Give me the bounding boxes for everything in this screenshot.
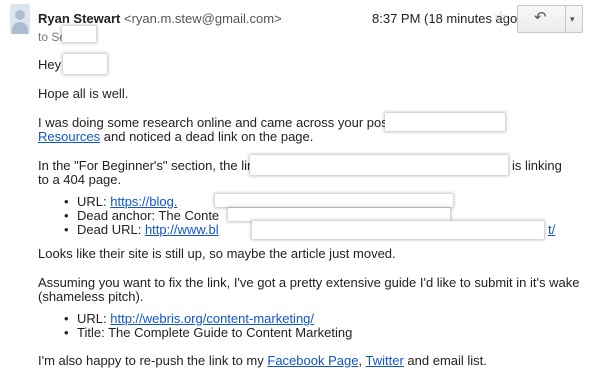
body-paragraph-6: I'm also happy to re-push the link to my… xyxy=(38,353,487,369)
redaction-box xyxy=(385,113,505,131)
sender-name[interactable]: Ryan Stewart xyxy=(38,11,120,26)
chevron-down-icon: ▾ xyxy=(570,14,575,24)
facebook-page-link[interactable]: Facebook Page xyxy=(267,353,358,368)
bullet-value: The Complete Guide to Content Marketing xyxy=(108,325,353,340)
bullet-label: Dead URL: xyxy=(77,222,142,237)
resources-link[interactable]: Resources xyxy=(38,129,100,144)
redaction-box xyxy=(250,155,508,175)
avatar-body-shape xyxy=(12,22,28,34)
dead-url-link-tail[interactable]: t/ xyxy=(548,222,555,238)
bullet-label: Title: xyxy=(77,325,105,340)
body-paragraph-3-line-2: to a 404 page. xyxy=(38,172,122,187)
redaction-box xyxy=(62,26,96,42)
redaction-box xyxy=(252,221,544,239)
redaction-box xyxy=(215,194,453,207)
reply-icon: ↶ xyxy=(534,9,547,26)
guide-url-link[interactable]: http://webris.org/content-marketing/ xyxy=(110,311,314,326)
body-paragraph-4: Looks like their site is still up, so ma… xyxy=(38,246,396,261)
bullet-label: Dead anchor: xyxy=(77,208,156,223)
body-paragraph-2-line-2: Resources and noticed a dead link on the… xyxy=(38,129,313,145)
more-options-button[interactable]: ▾ xyxy=(565,6,582,32)
comma: , xyxy=(358,353,363,368)
paragraph-6-lead: I'm also happy to re-push the link to my xyxy=(38,353,264,368)
bullet-url-link[interactable]: https://blog. xyxy=(110,194,177,209)
greeting: Hey xyxy=(38,57,62,72)
reply-button[interactable]: ↶ xyxy=(518,6,566,32)
reply-button-group: ↶ ▾ xyxy=(517,5,583,33)
body-paragraph-5-line-2: (shameless pitch). xyxy=(38,289,144,304)
paragraph-3-tail: is linking xyxy=(512,158,562,173)
sender-avatar[interactable] xyxy=(10,4,30,34)
bullet-value: The Conte xyxy=(158,208,220,223)
sender-line[interactable]: Ryan Stewart <ryan.m.stew@gmail.com> xyxy=(38,11,282,27)
dead-url-link[interactable]: http://www.bl xyxy=(145,222,219,237)
paragraph-2-rest: and noticed a dead link on the page. xyxy=(103,129,314,144)
sender-email: <ryan.m.stew@gmail.com> xyxy=(124,11,282,26)
star-icon[interactable]: ☆ xyxy=(493,9,508,26)
twitter-link[interactable]: Twitter xyxy=(365,353,403,368)
bullet-label: URL: xyxy=(77,311,107,326)
list-item: Dead URL: http://www.bl xyxy=(64,222,219,238)
list-item: Title: The Complete Guide to Content Mar… xyxy=(64,325,353,341)
redaction-box xyxy=(63,54,107,74)
bullet-label: URL: xyxy=(77,194,107,209)
avatar-head-shape xyxy=(15,10,25,20)
body-paragraph-1: Hope all is well. xyxy=(38,86,129,101)
redaction-box xyxy=(228,208,450,221)
paragraph-6-tail: and email list. xyxy=(407,353,487,368)
